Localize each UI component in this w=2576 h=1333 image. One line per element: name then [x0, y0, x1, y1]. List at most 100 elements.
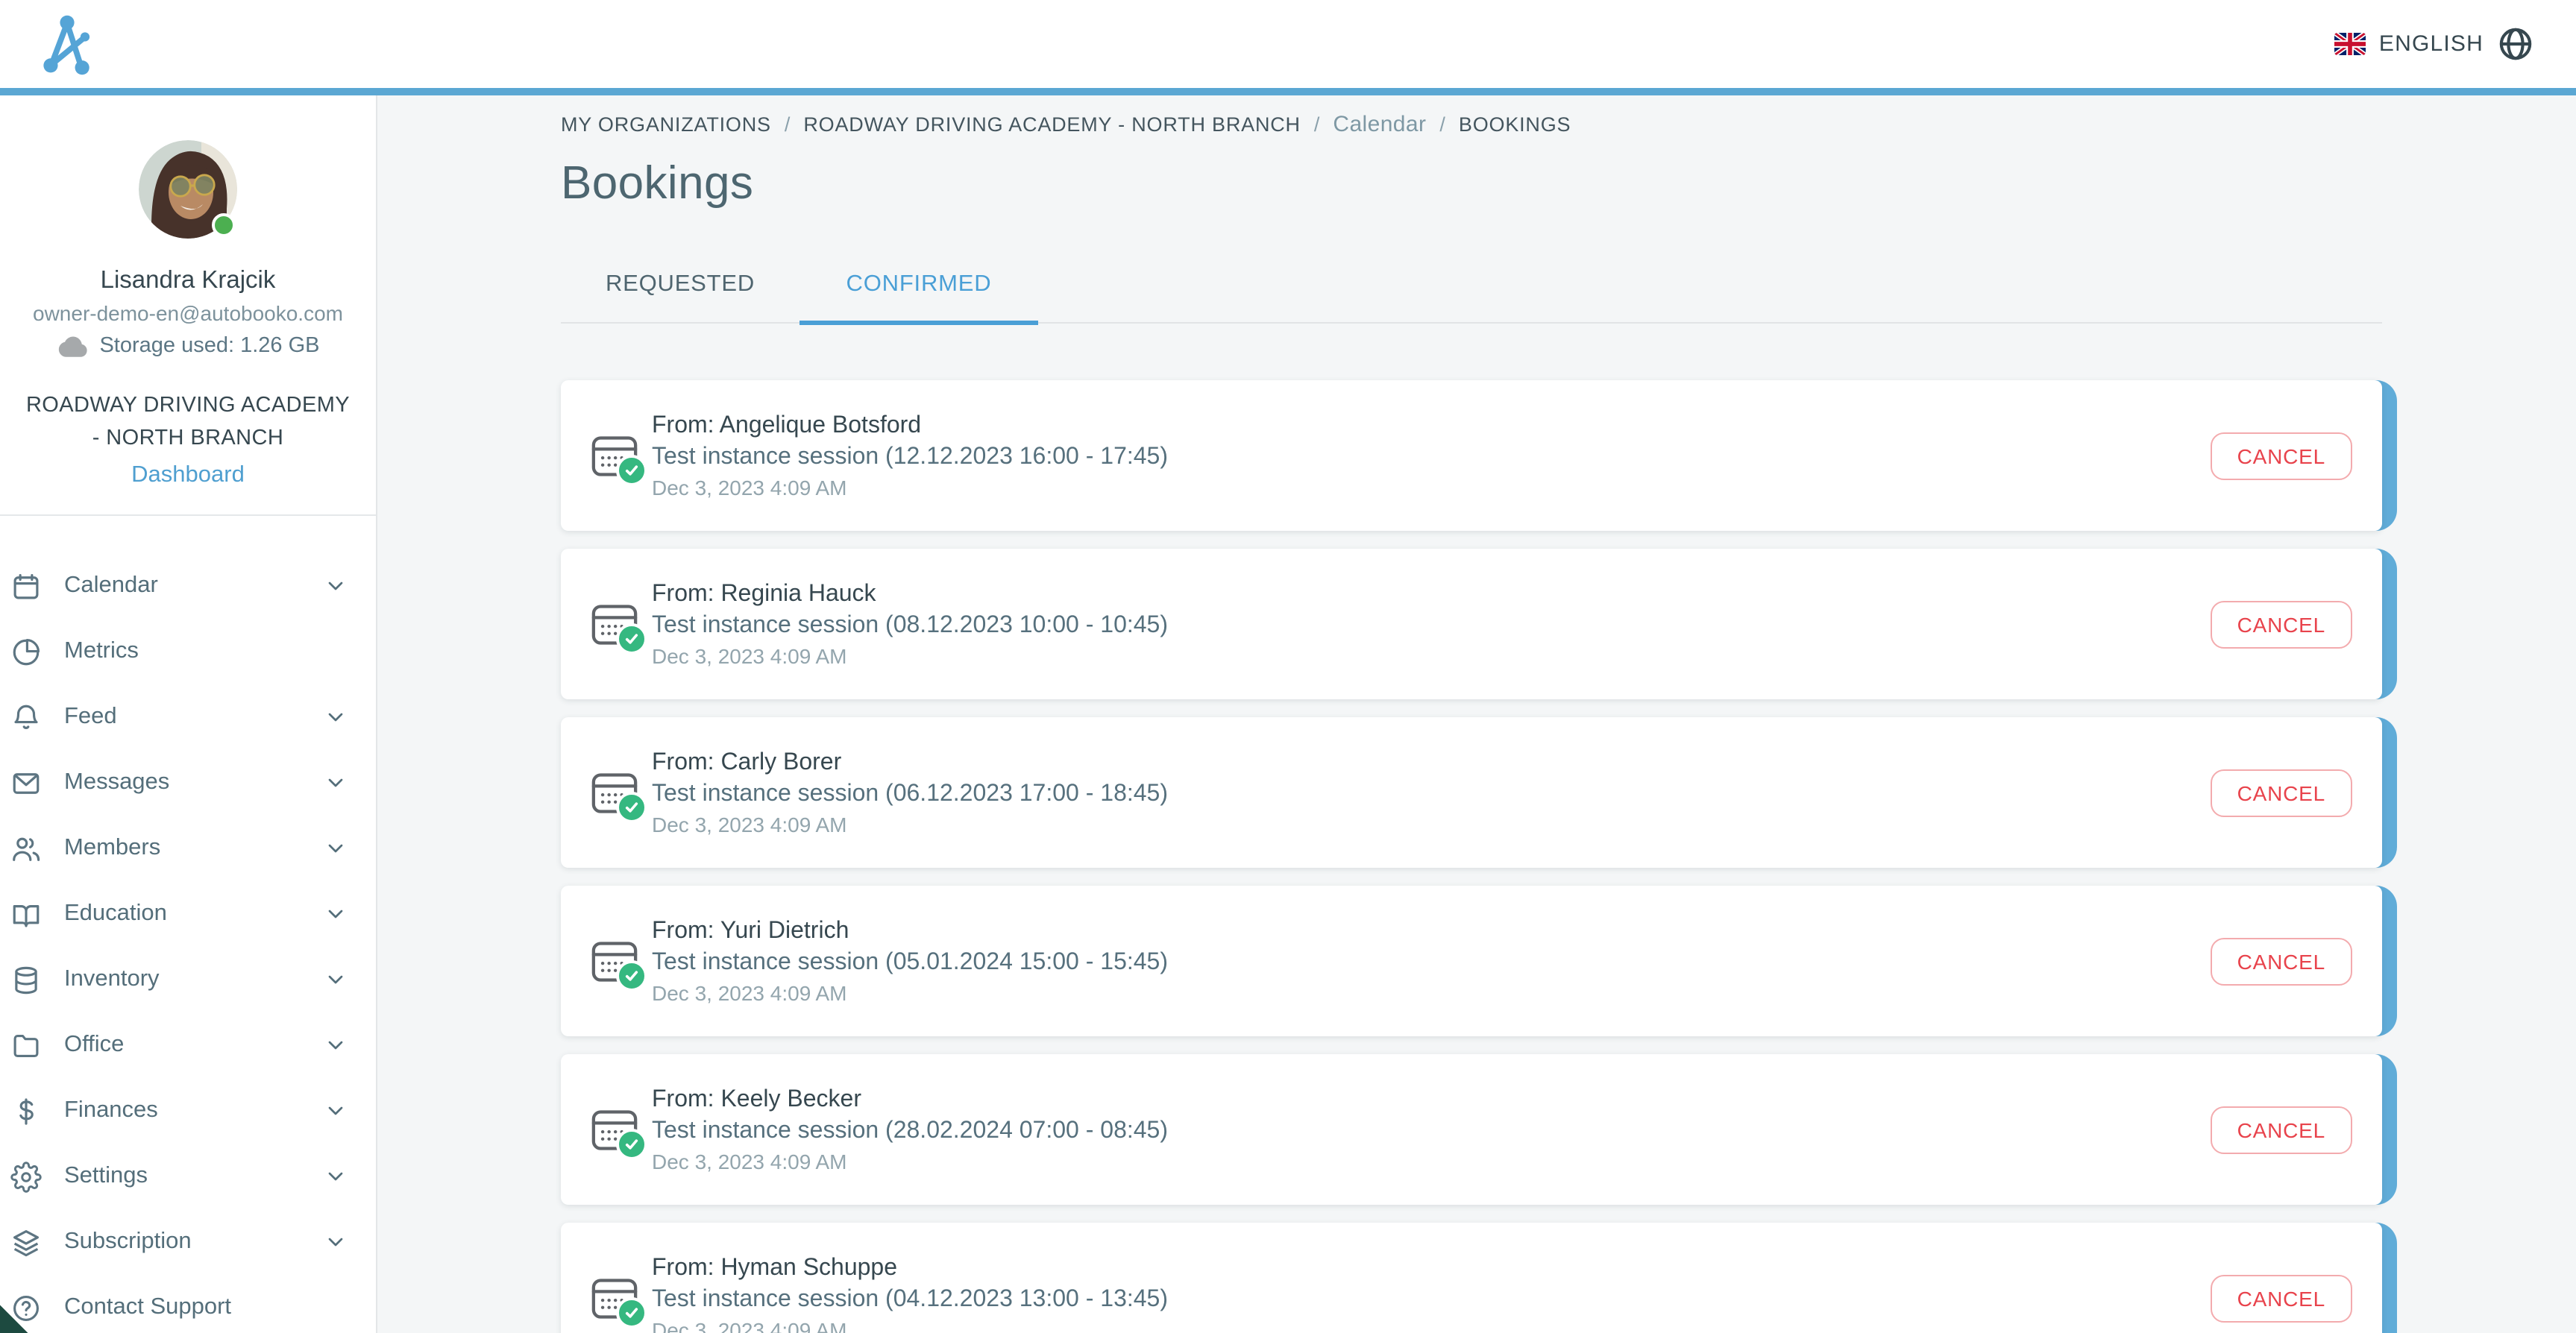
- calendar-check-icon: [591, 937, 638, 985]
- booking-session: Test instance session (05.01.2024 15:00 …: [652, 949, 1168, 976]
- sidebar-item-members[interactable]: Members: [0, 816, 376, 881]
- confirmed-check-icon: [616, 1128, 647, 1159]
- storage-label: Storage used: 1.26 GB: [99, 334, 319, 358]
- avatar[interactable]: [139, 140, 237, 239]
- sidebar-item-subscription[interactable]: Subscription: [0, 1209, 376, 1275]
- bookings-list: From: Angelique Botsford Test instance s…: [561, 380, 2382, 1333]
- language-selector[interactable]: ENGLISH: [2334, 25, 2534, 63]
- cancel-button[interactable]: CANCEL: [2211, 1274, 2352, 1322]
- breadcrumb-organization[interactable]: ROADWAY DRIVING ACADEMY - NORTH BRANCH: [803, 113, 1301, 136]
- booking-session: Test instance session (28.02.2024 07:00 …: [652, 1118, 1168, 1144]
- booking-card: From: Carly Borer Test instance session …: [561, 717, 2382, 868]
- sidebar: Lisandra Krajcik owner-demo-en@autobooko…: [0, 95, 377, 1333]
- chevron-down-icon: [324, 1165, 348, 1188]
- booking-timestamp: Dec 3, 2023 4:09 AM: [652, 812, 1168, 836]
- sidebar-item-calendar[interactable]: Calendar: [0, 553, 376, 619]
- confirmed-check-icon: [616, 959, 647, 991]
- booking-from: From: Hyman Schuppe: [652, 1255, 1168, 1282]
- cancel-button[interactable]: CANCEL: [2211, 432, 2352, 479]
- tab-confirmed[interactable]: CONFIRMED: [799, 249, 1038, 325]
- booking-from: From: Keely Becker: [652, 1086, 1168, 1113]
- layers-icon: [10, 1226, 42, 1258]
- gear-icon: [10, 1161, 42, 1192]
- folder-icon: [10, 1030, 42, 1061]
- profile-section: Lisandra Krajcik owner-demo-en@autobooko…: [0, 95, 376, 358]
- cancel-button[interactable]: CANCEL: [2211, 937, 2352, 985]
- breadcrumb-my-organizations[interactable]: MY ORGANIZATIONS: [561, 113, 771, 136]
- booking-timestamp: Dec 3, 2023 4:09 AM: [652, 980, 1168, 1004]
- calendar-check-icon: [591, 1106, 638, 1153]
- booking-timestamp: Dec 3, 2023 4:09 AM: [652, 1317, 1168, 1333]
- calendar-check-icon: [591, 1274, 638, 1322]
- tab-requested[interactable]: REQUESTED: [561, 249, 799, 325]
- booking-session: Test instance session (08.12.2023 10:00 …: [652, 612, 1168, 639]
- sidebar-item-metrics[interactable]: Metrics: [0, 619, 376, 684]
- dollar-icon: [10, 1095, 42, 1126]
- database-icon: [10, 964, 42, 995]
- booking-from: From: Carly Borer: [652, 749, 1168, 776]
- booking-card: From: Reginia Hauck Test instance sessio…: [561, 549, 2382, 699]
- booking-card: From: Yuri Dietrich Test instance sessio…: [561, 886, 2382, 1036]
- chevron-down-icon: [324, 1230, 348, 1254]
- breadcrumb-separator: /: [1314, 113, 1320, 136]
- autobooko-logo-icon[interactable]: [33, 10, 101, 78]
- calendar-check-icon: [591, 769, 638, 816]
- chevron-down-icon: [324, 1033, 348, 1057]
- user-email: owner-demo-en@autobooko.com: [0, 301, 376, 325]
- sidebar-menu: Calendar Metrics Feed Mess: [0, 516, 376, 1333]
- user-name: Lisandra Krajcik: [0, 267, 376, 295]
- dashboard-link[interactable]: Dashboard: [131, 462, 245, 489]
- organization-name: ROADWAY DRIVING ACADEMY - NORTH BRANCH: [24, 389, 352, 455]
- online-status-dot: [212, 213, 236, 237]
- calendar-icon: [10, 570, 42, 602]
- booking-card: From: Angelique Botsford Test instance s…: [561, 380, 2382, 531]
- confirmed-check-icon: [616, 791, 647, 822]
- sidebar-item-finances[interactable]: Finances: [0, 1078, 376, 1144]
- bell-icon: [10, 702, 42, 733]
- sidebar-item-contact-support[interactable]: Contact Support: [0, 1275, 376, 1333]
- chevron-down-icon: [324, 1099, 348, 1123]
- breadcrumb-separator: /: [785, 113, 791, 136]
- booking-session: Test instance session (06.12.2023 17:00 …: [652, 781, 1168, 807]
- chevron-down-icon: [324, 574, 348, 598]
- breadcrumb: MY ORGANIZATIONS / ROADWAY DRIVING ACADE…: [561, 95, 2382, 137]
- tabs: REQUESTED CONFIRMED: [561, 249, 2382, 324]
- chevron-down-icon: [324, 705, 348, 729]
- sidebar-item-education[interactable]: Education: [0, 881, 376, 947]
- book-open-icon: [10, 898, 42, 930]
- sidebar-item-feed[interactable]: Feed: [0, 684, 376, 750]
- cancel-button[interactable]: CANCEL: [2211, 769, 2352, 816]
- cancel-button[interactable]: CANCEL: [2211, 600, 2352, 648]
- cloud-icon: [56, 335, 89, 357]
- booking-from: From: Yuri Dietrich: [652, 918, 1168, 945]
- sidebar-item-settings[interactable]: Settings: [0, 1144, 376, 1209]
- help-circle-icon: [10, 1292, 42, 1323]
- breadcrumb-bookings: BOOKINGS: [1459, 113, 1571, 136]
- booking-session: Test instance session (04.12.2023 13:00 …: [652, 1286, 1168, 1313]
- breadcrumb-calendar[interactable]: Calendar: [1333, 112, 1426, 137]
- globe-icon: [2497, 25, 2534, 63]
- booking-timestamp: Dec 3, 2023 4:09 AM: [652, 1149, 1168, 1173]
- booking-session: Test instance session (12.12.2023 16:00 …: [652, 444, 1168, 470]
- booking-from: From: Angelique Botsford: [652, 412, 1168, 439]
- breadcrumb-separator: /: [1439, 113, 1445, 136]
- sidebar-item-office[interactable]: Office: [0, 1012, 376, 1078]
- chevron-down-icon: [324, 968, 348, 992]
- topbar: ENGLISH: [0, 0, 2576, 95]
- booking-from: From: Reginia Hauck: [652, 581, 1168, 608]
- confirmed-check-icon: [616, 1296, 647, 1328]
- users-icon: [10, 833, 42, 864]
- pie-chart-icon: [10, 636, 42, 667]
- chevron-down-icon: [324, 836, 348, 860]
- chevron-down-icon: [324, 902, 348, 926]
- uk-flag-icon: [2334, 33, 2366, 55]
- booking-card: From: Keely Becker Test instance session…: [561, 1054, 2382, 1205]
- booking-timestamp: Dec 3, 2023 4:09 AM: [652, 643, 1168, 667]
- organization-section: ROADWAY DRIVING ACADEMY - NORTH BRANCH D…: [0, 389, 376, 489]
- cancel-button[interactable]: CANCEL: [2211, 1106, 2352, 1153]
- chevron-down-icon: [324, 771, 348, 795]
- language-label: ENGLISH: [2379, 31, 2484, 57]
- sidebar-item-messages[interactable]: Messages: [0, 750, 376, 816]
- confirmed-check-icon: [616, 454, 647, 485]
- sidebar-item-inventory[interactable]: Inventory: [0, 947, 376, 1012]
